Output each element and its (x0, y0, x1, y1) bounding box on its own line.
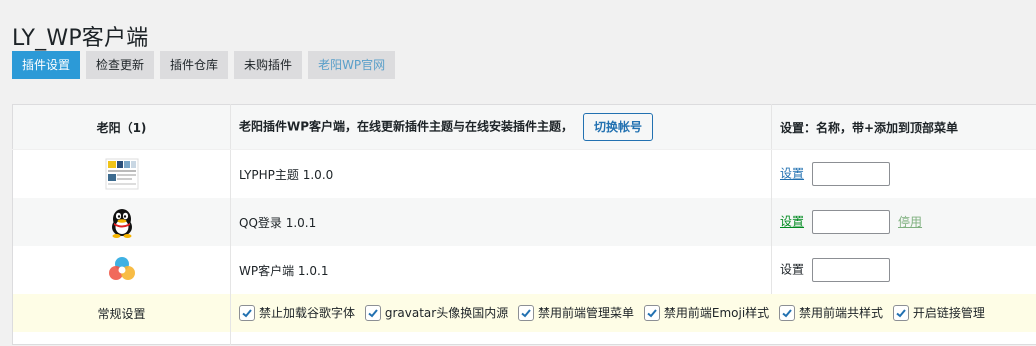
settings-link[interactable]: 设置 (780, 167, 804, 181)
checkbox[interactable] (779, 304, 795, 321)
settings-link[interactable]: 设置 (780, 215, 804, 229)
general-settings-row: 常规设置 禁止加载谷歌字体 gravatar头像换国内源 禁用前端管理菜单 禁用… (12, 294, 1036, 332)
option-disable-admin-bar[interactable]: 禁用前端管理菜单 (518, 304, 634, 321)
option-gravatar-domestic-source[interactable]: gravatar头像换国内源 (364, 304, 508, 321)
tab-plugin-settings[interactable]: 插件设置 (12, 51, 81, 79)
menu-name-input[interactable] (812, 210, 891, 234)
tab-official-site[interactable]: 老阳WP官网 (308, 51, 396, 79)
checkbox[interactable] (364, 304, 381, 321)
table-row: QQ登录 1.0.1 设置 停用 (12, 198, 1036, 246)
switch-account-button[interactable]: 切换帐号 (583, 113, 654, 141)
deactivate-link[interactable]: 停用 (898, 215, 922, 229)
checkbox[interactable] (892, 304, 909, 321)
general-settings-label: 常规设置 (12, 294, 231, 332)
theme-thumbnail-icon (105, 157, 139, 191)
table-row: WP客户端 1.0.1 设置 (12, 246, 1036, 294)
tab-plugin-repository[interactable]: 插件仓库 (160, 51, 229, 79)
header-description-text: 老阳插件WP客户端，在线更新插件主题与在线安装插件主题， (239, 119, 574, 134)
tab-unpurchased-plugins[interactable]: 未购插件 (234, 51, 303, 79)
plugins-table: 老阳（1) 老阳插件WP客户端，在线更新插件主题与在线安装插件主题， 切换帐号 设… (12, 104, 1036, 345)
plugin-name: LYPHP主题 1.0.0 (230, 149, 772, 198)
header-description: 老阳插件WP客户端，在线更新插件主题与在线安装插件主题， 切换帐号 (230, 104, 772, 150)
plugin-name: QQ登录 1.0.1 (230, 198, 772, 246)
option-disable-shared-styles[interactable]: 禁用前端共样式 (779, 304, 883, 321)
page-title: LY_WP客户端 (12, 25, 149, 51)
menu-name-input[interactable] (812, 258, 891, 282)
tab-check-updates[interactable]: 检查更新 (86, 51, 155, 79)
qq-penguin-icon (105, 205, 139, 239)
table-row: LYPHP主题 1.0.0 设置 (12, 149, 1036, 198)
header-settings: 设置：名称，带+添加到顶部菜单 (771, 104, 1036, 150)
option-disable-emoji[interactable]: 禁用前端Emoji样式 (643, 304, 769, 321)
wp-client-logo-icon (105, 253, 139, 287)
option-disable-google-fonts[interactable]: 禁止加载谷歌字体 (239, 304, 355, 321)
checkbox[interactable] (518, 304, 535, 321)
general-options: 禁止加载谷歌字体 gravatar头像换国内源 禁用前端管理菜单 禁用前端Emo… (230, 294, 1036, 332)
menu-name-input[interactable] (812, 162, 891, 186)
settings-label: 设置 (780, 262, 805, 277)
header-account: 老阳（1) (12, 104, 231, 150)
tab-bar: 插件设置 检查更新 插件仓库 未购插件 老阳WP官网 (12, 51, 396, 79)
option-enable-link-manager[interactable]: 开启链接管理 (892, 304, 985, 321)
checkbox[interactable] (239, 304, 255, 321)
checkbox[interactable] (643, 304, 660, 321)
plugin-name: WP客户端 1.0.1 (230, 246, 772, 294)
table-header-row: 老阳（1) 老阳插件WP客户端，在线更新插件主题与在线安装插件主题， 切换帐号 设… (12, 104, 1036, 150)
